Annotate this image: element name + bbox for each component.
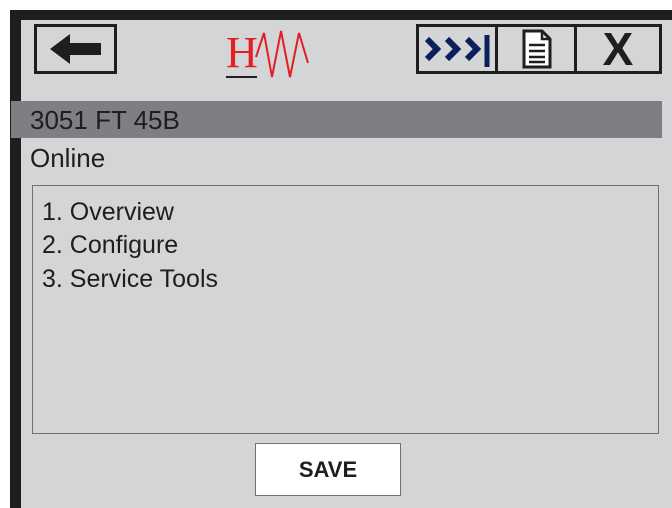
connection-status: Online — [30, 143, 106, 173]
close-button[interactable]: X — [574, 24, 662, 74]
menu-list: 1. Overview 2. Configure 3. Service Tool… — [32, 185, 659, 434]
device-title: 3051 FT 45B — [30, 105, 180, 135]
document-icon — [522, 29, 552, 69]
document-button[interactable] — [495, 24, 577, 74]
left-arrow-icon — [50, 34, 101, 64]
next-button[interactable] — [416, 24, 498, 74]
menu-item-service-tools[interactable]: 3. Service Tools — [42, 264, 218, 294]
save-button[interactable]: SAVE — [255, 443, 401, 496]
close-icon: X — [602, 23, 634, 75]
menu-item-overview[interactable]: 1. Overview — [42, 197, 174, 227]
back-button[interactable] — [34, 24, 117, 74]
triple-chevron-icon — [424, 35, 490, 67]
menu-item-configure[interactable]: 2. Configure — [42, 230, 178, 260]
hw-logo: H — [226, 28, 309, 78]
logo-letter: H — [226, 28, 258, 77]
